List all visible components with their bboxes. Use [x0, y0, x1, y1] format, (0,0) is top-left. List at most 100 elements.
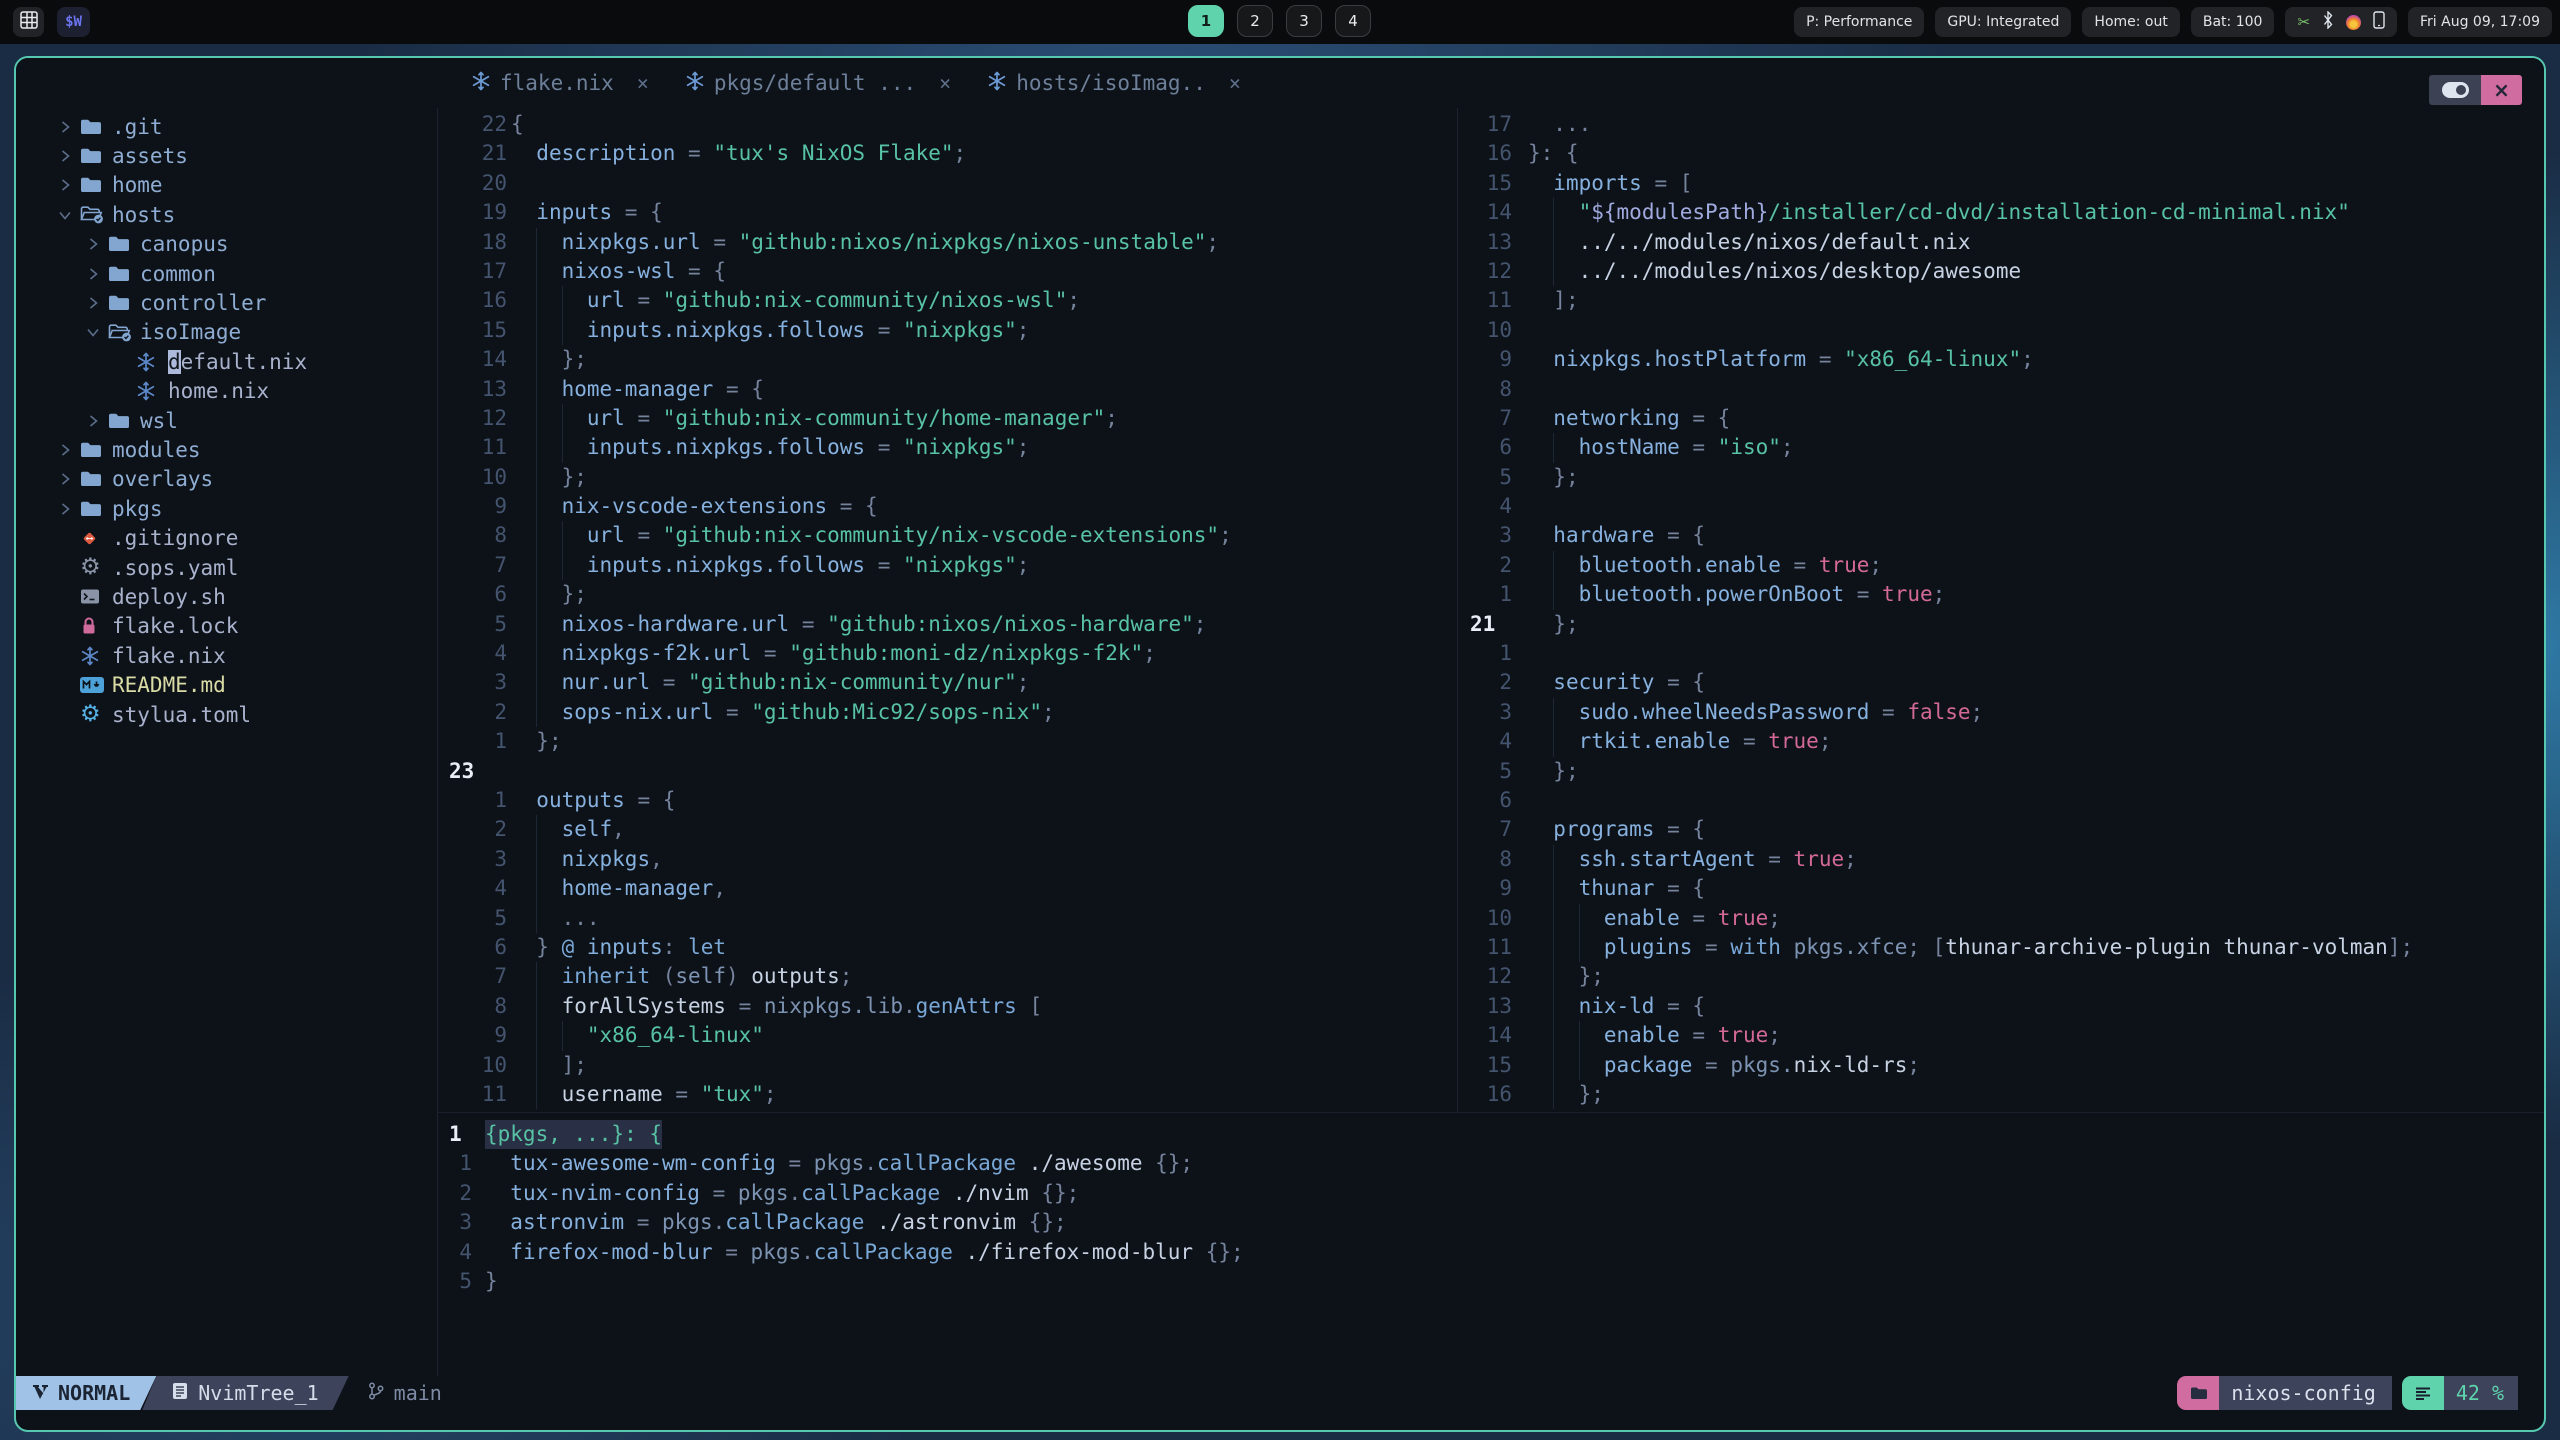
- indent-guide: [536, 550, 561, 581]
- tab-close-icon[interactable]: ×: [939, 71, 951, 95]
- window-close-button[interactable]: ×: [2481, 75, 2522, 105]
- tree-item-home[interactable]: home: [16, 171, 435, 200]
- chevron-right-icon[interactable]: [58, 120, 80, 134]
- code-text: astronvim = pkgs.callPackage ./astronvim…: [510, 1210, 1067, 1235]
- tree-item--sops-yaml[interactable]: ⚙ .sops.yaml: [16, 553, 435, 582]
- code-line: 1 bluetooth.powerOnBoot = true;: [1458, 580, 2544, 610]
- line-number: 16: [1486, 141, 1512, 166]
- topbar-left: $W: [13, 7, 90, 37]
- tab-close-icon[interactable]: ×: [1229, 71, 1241, 95]
- branch-name: main: [393, 1381, 442, 1405]
- code-line: 10: [1458, 316, 2544, 345]
- code-line: 7 programs = {: [1458, 815, 2544, 844]
- line-number: 2: [459, 1180, 472, 1205]
- tab-flake-nix[interactable]: flake.nix ×: [457, 58, 663, 108]
- tree-item-pkgs[interactable]: pkgs: [16, 494, 435, 523]
- chevron-right-icon[interactable]: [86, 237, 108, 251]
- code-text: enable = true;: [1603, 905, 1781, 930]
- chevron-right-icon[interactable]: [86, 296, 108, 310]
- tree-item-common[interactable]: common: [16, 259, 435, 288]
- code-text: inputs.nixpkgs.follows = "nixpkgs";: [586, 317, 1030, 342]
- tree-item-flake-nix[interactable]: flake.nix: [16, 641, 435, 670]
- chevron-right-icon[interactable]: [86, 414, 108, 428]
- line-number: 9: [494, 1023, 507, 1048]
- workspace-button-1[interactable]: 1: [1188, 5, 1224, 37]
- workspace-button-2[interactable]: 2: [1237, 5, 1273, 37]
- tree-item-assets[interactable]: assets: [16, 141, 435, 170]
- tree-item-modules[interactable]: modules: [16, 435, 435, 464]
- chevron-down-icon[interactable]: [58, 208, 80, 222]
- workspace-launcher-button[interactable]: $W: [57, 7, 90, 37]
- workspace-button-3[interactable]: 3: [1286, 5, 1322, 37]
- chevron-right-icon[interactable]: [58, 472, 80, 486]
- indent-guide: [536, 874, 561, 904]
- code-line: 21};: [1458, 610, 2544, 639]
- scissors-icon: ✂: [2297, 13, 2311, 31]
- editor-pane-flake-nix[interactable]: 22{21 description = "tux's NixOS Flake"; 2…: [437, 110, 1457, 1110]
- home-indicator[interactable]: Home: out: [2082, 7, 2180, 37]
- indent-guide: [1553, 1079, 1578, 1110]
- chevron-right-icon[interactable]: [58, 149, 80, 163]
- gpu-indicator[interactable]: GPU: Integrated: [1935, 7, 2072, 37]
- power-profile-indicator[interactable]: P: Performance: [1794, 7, 1925, 37]
- tree-item-stylua-toml[interactable]: ⚙ stylua.toml: [16, 700, 435, 729]
- tree-item-flake-lock[interactable]: flake.lock: [16, 612, 435, 641]
- tree-item-deploy-sh[interactable]: deploy.sh: [16, 582, 435, 611]
- tree-item-label: controller: [140, 291, 267, 316]
- editor-pane-isoimage-default-nix[interactable]: 17... 16}: {15 imports = [14 "${modulesPath…: [1458, 110, 2544, 1110]
- code-line: 10};: [437, 462, 1457, 493]
- chevron-right-icon[interactable]: [58, 502, 80, 516]
- code-text: ../../modules/nixos/desktop/awesome: [1578, 258, 2022, 283]
- code-line: 1 tux-awesome-wm-config = pkgs.callPackag…: [437, 1149, 2544, 1178]
- code-line: 6} @ inputs: let: [437, 933, 1457, 962]
- tree-item-label: hosts: [112, 202, 176, 227]
- app-launcher-button[interactable]: [13, 7, 44, 37]
- chevron-right-icon[interactable]: [58, 178, 80, 192]
- tree-item-wsl[interactable]: wsl: [16, 406, 435, 435]
- tree-item-hosts[interactable]: hosts: [16, 200, 435, 229]
- tree-item-canopus[interactable]: canopus: [16, 230, 435, 259]
- tree-item--gitignore[interactable]: .gitignore: [16, 523, 435, 552]
- battery-indicator[interactable]: Bat: 100: [2190, 7, 2275, 37]
- line-number: 4: [1499, 494, 1512, 519]
- chevron-down-icon[interactable]: [86, 325, 108, 339]
- code-line: 2 self,: [437, 815, 1457, 845]
- tab-hosts-isoimage[interactable]: hosts/isoImag.. ×: [973, 58, 1255, 108]
- code-text: home-manager = {: [561, 376, 764, 401]
- indent-guide: [1528, 286, 1553, 315]
- tree-item-label: .sops.yaml: [112, 555, 239, 580]
- line-number: 15: [1486, 1052, 1512, 1077]
- chevron-right-icon[interactable]: [86, 267, 108, 281]
- indent-guide: [561, 403, 587, 434]
- tree-item-controller[interactable]: controller: [16, 288, 435, 317]
- tab-close-icon[interactable]: ×: [637, 71, 649, 95]
- code-text: nixpkgs.hostPlatform = "x86_64-linux";: [1553, 347, 2034, 372]
- code-line: 13 nix-ld = {: [1458, 991, 2544, 1022]
- clock[interactable]: Fri Aug 09, 17:09: [2408, 7, 2552, 37]
- indent-guide: [1553, 1050, 1578, 1080]
- system-tray[interactable]: ✂: [2285, 7, 2398, 37]
- window-toggle-button[interactable]: [2429, 75, 2481, 105]
- tree-item-overlays[interactable]: overlays: [16, 465, 435, 494]
- indent-guide: [536, 315, 561, 346]
- tree-item-readme-md[interactable]: README.md: [16, 670, 435, 699]
- tree-item-default-nix[interactable]: default.nix: [16, 347, 435, 376]
- indent-guide: [1528, 521, 1553, 550]
- tree-item-isoimage[interactable]: isoImage: [16, 318, 435, 347]
- tree-item-home-nix[interactable]: home.nix: [16, 377, 435, 406]
- code-line: 17 nixos-wsl = {: [437, 256, 1457, 287]
- tree-item--git[interactable]: .git: [16, 112, 435, 141]
- line-number: 17: [1486, 112, 1512, 136]
- folder-icon: [108, 235, 140, 253]
- code-text: description = "tux's NixOS Flake";: [536, 141, 967, 166]
- indent-guide: [536, 844, 561, 875]
- code-line: 18 nixpkgs.url = "github:nixos/nixpkgs/ni…: [437, 227, 1457, 257]
- workspace-button-4[interactable]: 4: [1335, 5, 1371, 37]
- indent-guide: [511, 375, 536, 404]
- chevron-right-icon[interactable]: [58, 443, 80, 457]
- code-text: inputs.nixpkgs.follows = "nixpkgs";: [586, 435, 1030, 460]
- line-number: 10: [1486, 317, 1512, 342]
- indent-guide: [511, 610, 536, 639]
- code-text: hardware = {: [1553, 523, 1706, 548]
- tab-pkgs-default[interactable]: pkgs/default ... ×: [671, 58, 965, 108]
